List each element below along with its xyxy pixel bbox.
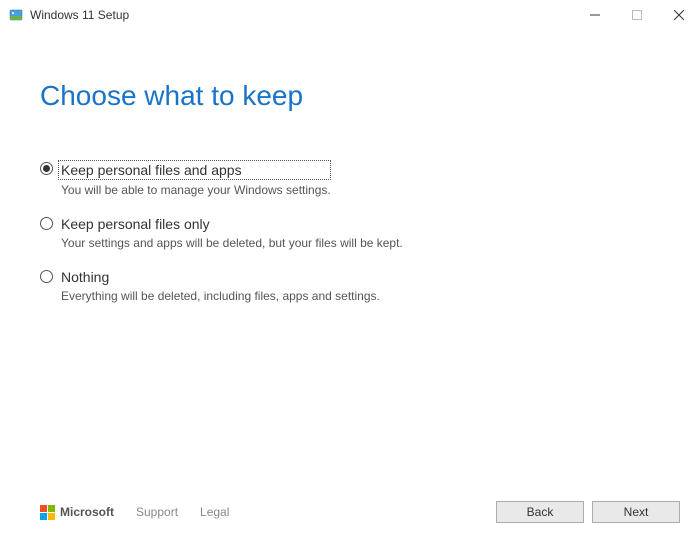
option-label: Keep personal files and apps — [58, 160, 331, 180]
radio-icon — [40, 217, 53, 230]
app-icon — [8, 7, 24, 23]
option-desc: Everything will be deleted, including fi… — [61, 289, 380, 303]
next-button[interactable]: Next — [592, 501, 680, 523]
footer: Microsoft Support Legal Back Next — [40, 501, 680, 523]
radio-icon — [40, 270, 53, 283]
maximize-button — [616, 0, 658, 30]
option-texts: Keep personal files only Your settings a… — [61, 215, 403, 250]
back-button[interactable]: Back — [496, 501, 584, 523]
option-nothing[interactable]: Nothing Everything will be deleted, incl… — [40, 268, 660, 303]
option-desc: Your settings and apps will be deleted, … — [61, 236, 403, 250]
option-texts: Keep personal files and apps You will be… — [61, 160, 331, 197]
option-keep-files-and-apps[interactable]: Keep personal files and apps You will be… — [40, 160, 660, 197]
support-link[interactable]: Support — [136, 505, 178, 519]
options-group: Keep personal files and apps You will be… — [40, 160, 660, 303]
content-area: Choose what to keep Keep personal files … — [0, 30, 700, 303]
brand-label: Microsoft — [60, 505, 114, 519]
legal-link[interactable]: Legal — [200, 505, 229, 519]
option-keep-files-only[interactable]: Keep personal files only Your settings a… — [40, 215, 660, 250]
close-button[interactable] — [658, 0, 700, 30]
radio-icon — [40, 162, 53, 175]
option-label: Nothing — [61, 268, 380, 286]
option-desc: You will be able to manage your Windows … — [61, 183, 331, 197]
titlebar: Windows 11 Setup — [0, 0, 700, 30]
minimize-button[interactable] — [574, 0, 616, 30]
microsoft-logo-icon — [40, 505, 55, 520]
window-title: Windows 11 Setup — [30, 8, 129, 22]
option-label: Keep personal files only — [61, 215, 403, 233]
option-texts: Nothing Everything will be deleted, incl… — [61, 268, 380, 303]
page-title: Choose what to keep — [40, 80, 660, 112]
window-controls — [574, 0, 700, 30]
